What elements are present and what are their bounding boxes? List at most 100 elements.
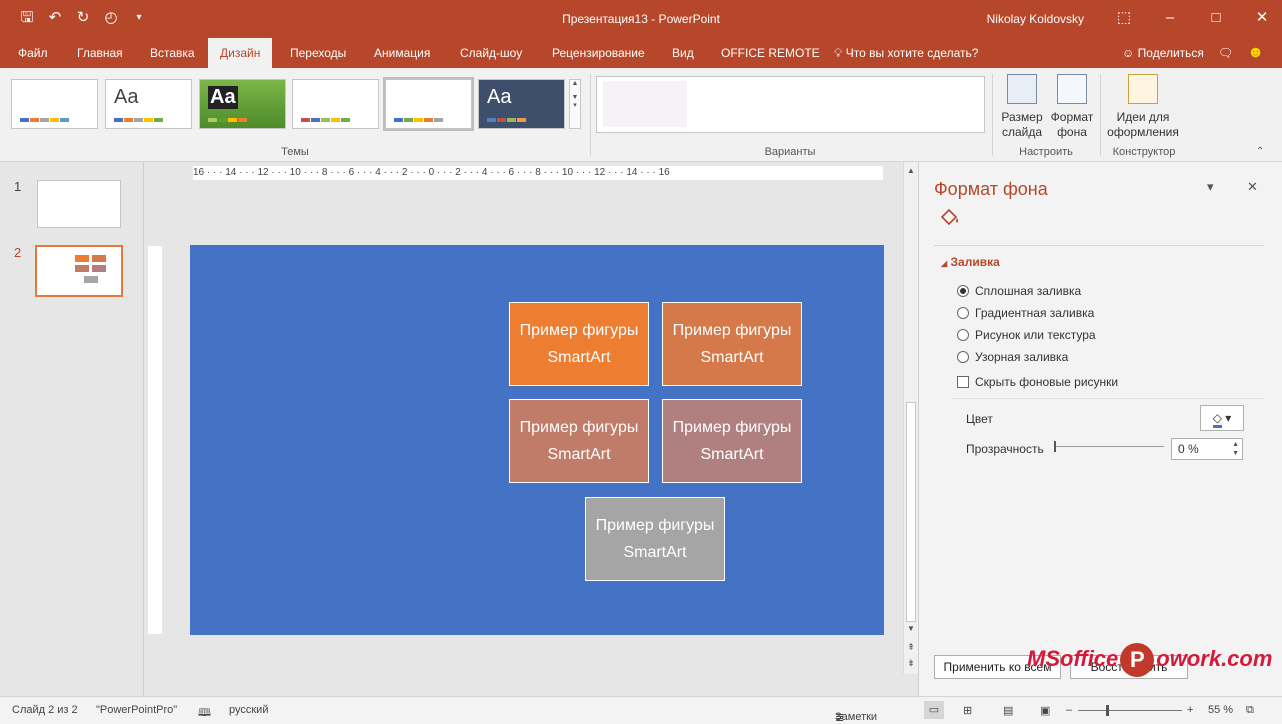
- design-ideas-button[interactable]: Идеи для оформления: [1104, 74, 1182, 140]
- share-button[interactable]: ☺︎ Поделиться: [1122, 46, 1204, 60]
- tab-slideshow[interactable]: Слайд-шоу: [448, 38, 534, 68]
- variants-gallery[interactable]: [596, 76, 985, 133]
- ribbon-tabs: Файл Главная Вставка Дизайн Переходы Ани…: [0, 38, 1282, 68]
- tab-animations[interactable]: Анимация: [362, 38, 442, 68]
- pane-close-icon[interactable]: ✕: [1247, 179, 1258, 195]
- divider: [953, 398, 1263, 399]
- zoom-level[interactable]: 55 %: [1208, 704, 1233, 716]
- tab-review[interactable]: Рецензирование: [540, 38, 657, 68]
- theme-office-aa[interactable]: Aa: [105, 79, 192, 129]
- pane-divider: [934, 245, 1264, 246]
- tab-insert[interactable]: Вставка: [138, 38, 207, 68]
- theme-sample-text: Aa: [114, 86, 139, 108]
- normal-view-icon[interactable]: ▭: [924, 701, 944, 719]
- smartart-shape[interactable]: Пример фигуры SmartArt: [662, 302, 802, 386]
- gradient-fill-option[interactable]: Градиентная заливка: [957, 306, 1094, 320]
- option-label: Рисунок или текстура: [975, 328, 1096, 342]
- zoom-slider[interactable]: [1078, 705, 1182, 716]
- hide-background-option[interactable]: Скрыть фоновые рисунки: [957, 375, 1118, 389]
- slide-thumb-1[interactable]: [37, 180, 121, 228]
- scroll-up-icon[interactable]: ▲: [904, 166, 918, 175]
- format-background-icon: [1057, 74, 1087, 104]
- minimize-icon[interactable]: –: [1158, 6, 1182, 30]
- slide-thumb-2[interactable]: [35, 245, 123, 297]
- vertical-scrollbar[interactable]: ▲ ▼ ⇞ ⇟: [903, 162, 918, 674]
- tell-me-box[interactable]: 💡︎ Что вы хотите сделать?: [822, 38, 990, 68]
- group-separator: [1100, 74, 1101, 156]
- color-label: Цвет: [966, 412, 993, 426]
- radio-button[interactable]: [957, 285, 969, 297]
- tab-transitions[interactable]: Переходы: [278, 38, 358, 68]
- reading-view-icon[interactable]: ▤: [1003, 704, 1013, 717]
- title-bar: 🖫 ↶ ↻ ◴ ▾ Презентация13 - PowerPoint Nik…: [0, 0, 1282, 38]
- person-icon: ☺︎: [1122, 46, 1135, 60]
- format-background-label: Формат фона: [1050, 110, 1094, 139]
- close-icon[interactable]: ✕: [1250, 6, 1274, 30]
- spell-check-icon[interactable]: 🕮︎: [198, 704, 211, 723]
- themes-gallery-scroll[interactable]: ▲ ▼ ▾: [569, 79, 581, 129]
- theme-sample-text: Aa: [208, 86, 238, 109]
- paint-bucket-icon[interactable]: [938, 206, 962, 228]
- pane-title: Формат фона: [934, 179, 1048, 199]
- thumb-shape: [92, 255, 106, 262]
- notes-label: Заметки: [835, 711, 878, 723]
- theme-office[interactable]: [11, 79, 98, 129]
- tab-design[interactable]: Дизайн: [208, 38, 273, 68]
- next-slide-icon[interactable]: ⇟: [904, 658, 918, 669]
- zoom-out-icon[interactable]: –: [1066, 704, 1072, 716]
- design-ideas-icon: [1128, 74, 1158, 104]
- slide-canvas[interactable]: Пример фигуры SmartArt Пример фигуры Sma…: [190, 245, 884, 635]
- watermark-logo: MSoffice Powork.com: [1027, 643, 1272, 677]
- user-name[interactable]: Nikolay Koldovsky: [987, 12, 1084, 26]
- spinner-arrows-icon[interactable]: ▲ ▼: [1232, 440, 1239, 458]
- language-indicator[interactable]: русский: [229, 704, 268, 716]
- watermark-p-badge: P: [1120, 643, 1155, 677]
- slideshow-view-icon[interactable]: ▣: [1040, 704, 1050, 717]
- maximize-icon[interactable]: □: [1204, 6, 1228, 30]
- solid-fill-option[interactable]: Сплошная заливка: [957, 284, 1081, 298]
- transparency-input[interactable]: 0 % ▲ ▼: [1171, 438, 1243, 460]
- status-bar: Слайд 2 из 2 "PowerPointPro" 🕮︎ русский …: [0, 696, 1282, 724]
- theme-current[interactable]: [383, 77, 474, 131]
- group-separator: [590, 74, 591, 156]
- radio-button[interactable]: [957, 307, 969, 319]
- fit-to-window-icon[interactable]: ⧉: [1246, 704, 1254, 717]
- comments-icon[interactable]: 🗨︎: [1218, 46, 1233, 60]
- group-separator: [992, 74, 993, 156]
- transparency-slider[interactable]: [1054, 441, 1164, 452]
- slide-sorter-icon[interactable]: ⊞: [963, 704, 972, 717]
- smiley-feedback-icon[interactable]: ☻: [1247, 44, 1264, 62]
- horizontal-ruler: 16 · · · 14 · · · 12 · · · 10 · · · 8 · …: [193, 166, 883, 180]
- radio-button[interactable]: [957, 351, 969, 363]
- tab-file[interactable]: Файл: [6, 38, 60, 68]
- checkbox[interactable]: [957, 376, 969, 388]
- picture-fill-option[interactable]: Рисунок или текстура: [957, 328, 1096, 342]
- tab-office-remote[interactable]: OFFICE REMOTE: [709, 38, 832, 68]
- smartart-shape[interactable]: Пример фигуры SmartArt: [509, 302, 649, 386]
- fill-color-picker[interactable]: ◇ ▾: [1200, 405, 1244, 431]
- format-background-button[interactable]: Формат фона: [1048, 74, 1096, 140]
- variant-empty[interactable]: [603, 81, 687, 127]
- zoom-in-icon[interactable]: +: [1187, 704, 1193, 716]
- slide-size-button[interactable]: Размер слайда: [998, 74, 1046, 140]
- collapse-ribbon-icon[interactable]: ⌃: [1256, 146, 1264, 157]
- previous-slide-icon[interactable]: ⇞: [904, 642, 918, 653]
- smartart-shape[interactable]: Пример фигуры SmartArt: [662, 399, 802, 483]
- tell-me-text: Что вы хотите сделать?: [845, 46, 979, 60]
- theme-dark-blue[interactable]: Aa: [478, 79, 565, 129]
- fill-section-label: Заливка: [950, 255, 1000, 269]
- slide-size-icon: [1007, 74, 1037, 104]
- radio-button[interactable]: [957, 329, 969, 341]
- theme-green[interactable]: Aa: [199, 79, 286, 129]
- fill-section-header[interactable]: ◢ Заливка: [941, 255, 1000, 269]
- tab-home[interactable]: Главная: [65, 38, 135, 68]
- ribbon-display-options-icon[interactable]: ⬚: [1112, 6, 1136, 30]
- scroll-thumb[interactable]: [906, 402, 916, 622]
- tab-view[interactable]: Вид: [660, 38, 706, 68]
- smartart-shape[interactable]: Пример фигуры SmartArt: [585, 497, 725, 581]
- smartart-shape[interactable]: Пример фигуры SmartArt: [509, 399, 649, 483]
- pane-options-icon[interactable]: ▾: [1207, 179, 1214, 195]
- theme-facet[interactable]: [292, 79, 379, 129]
- scroll-down-icon[interactable]: ▼: [904, 624, 918, 633]
- pattern-fill-option[interactable]: Узорная заливка: [957, 350, 1068, 364]
